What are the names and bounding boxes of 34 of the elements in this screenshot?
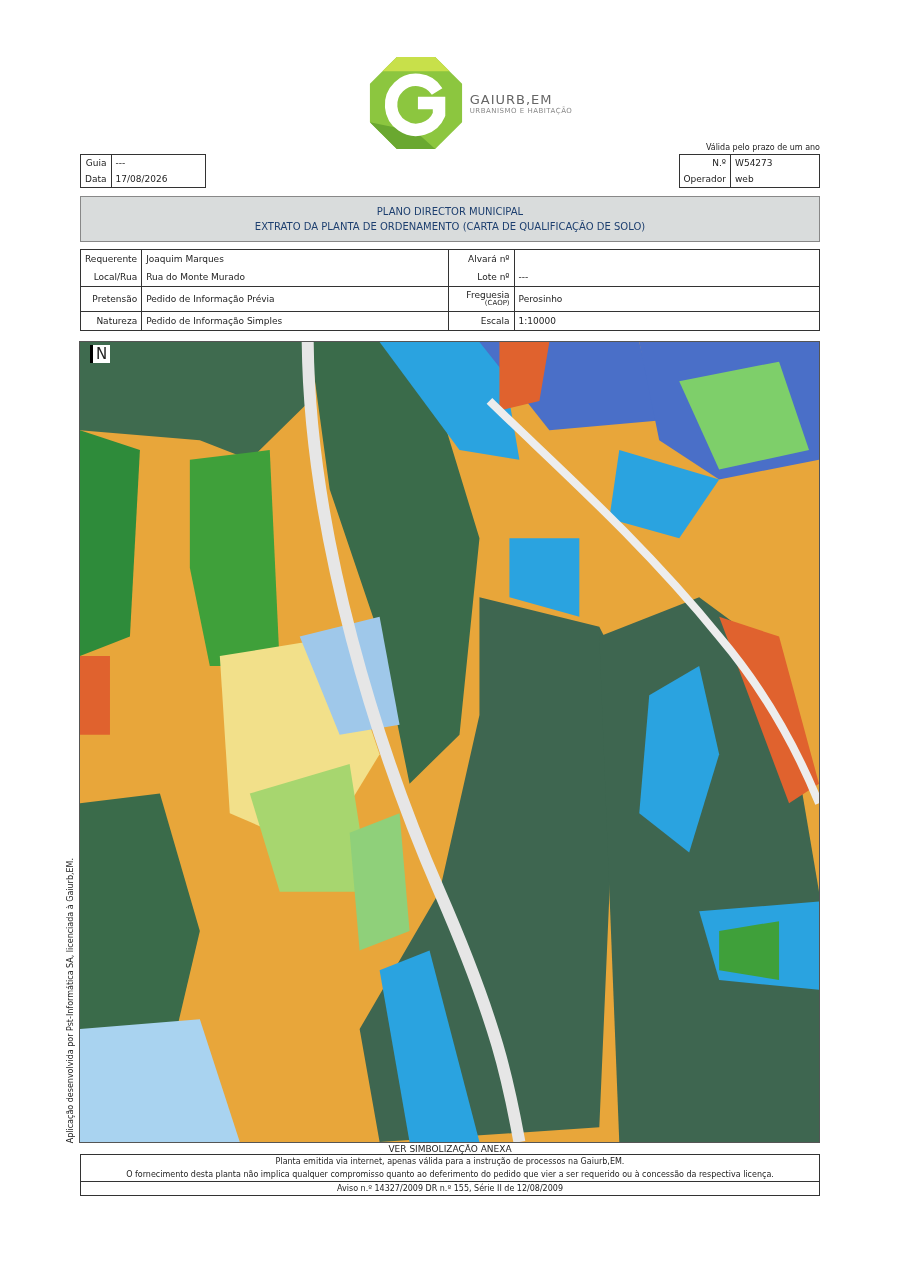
field-value: Perosinho [518, 294, 563, 304]
field-label: Freguesia [465, 291, 510, 300]
field-label: Local/Rua [93, 272, 138, 282]
field-value: Rua do Monte Murado [146, 272, 245, 282]
side-note: Aplicação desenvolvida por Pst-Informática SA, licenciada à Gaiurb,EM. [66, 857, 76, 1143]
validity-note: Válida pelo prazo de um ano [704, 143, 820, 152]
footer-note: Planta emitida via internet, apenas válida para a instrução de processos na Gaiurb,EM. [275, 1156, 625, 1168]
field-label: Escala [480, 316, 510, 326]
footer-note: O fornecimento desta planta não implica qualquer compromisso quanto ao deferimento do pedido que vier a ser requerido ou à concessão da respectiva licença. [126, 1169, 774, 1181]
field-label: Alvará nº [468, 254, 510, 264]
field-label: Lote nº [477, 272, 510, 282]
field-label: Data [80, 171, 111, 188]
field-value: web [730, 171, 820, 188]
field-value: Joaquim Marques [146, 254, 224, 264]
field-label: Operador [679, 171, 731, 188]
field-value: W54273 [730, 154, 820, 171]
field-label: Natureza [96, 316, 138, 326]
field-label: Pretensão [92, 294, 138, 304]
footer-note: Aviso n.º 14327/2009 DR n.º 155, Série II de 12/08/2009 [81, 1181, 819, 1195]
document-title: EXTRATO DA PLANTA DE ORDENAMENTO (CARTA DE QUALIFICAÇÃO DE SOLO) [254, 221, 646, 232]
document-title: PLANO DIRECTOR MUNICIPAL [376, 206, 524, 217]
field-value: --- [111, 154, 205, 171]
legend-note: VER SIMBOLIZAÇÃO ANEXA [388, 1144, 512, 1154]
field-value: Pedido de Informação Prévia [146, 294, 275, 304]
field-label: N.º [679, 154, 731, 171]
logo-icon [367, 55, 464, 151]
north-arrow-label: N [90, 345, 111, 363]
field-value: Pedido de Informação Simples [146, 316, 283, 326]
field-label: Requerente [85, 254, 138, 264]
field-value: 17/08/2026 [111, 171, 205, 188]
field-value: 1:10000 [518, 316, 556, 326]
field-value: --- [518, 272, 529, 282]
logo-name: GAIURB,EM [469, 91, 553, 107]
field-label: Guia [80, 154, 111, 171]
